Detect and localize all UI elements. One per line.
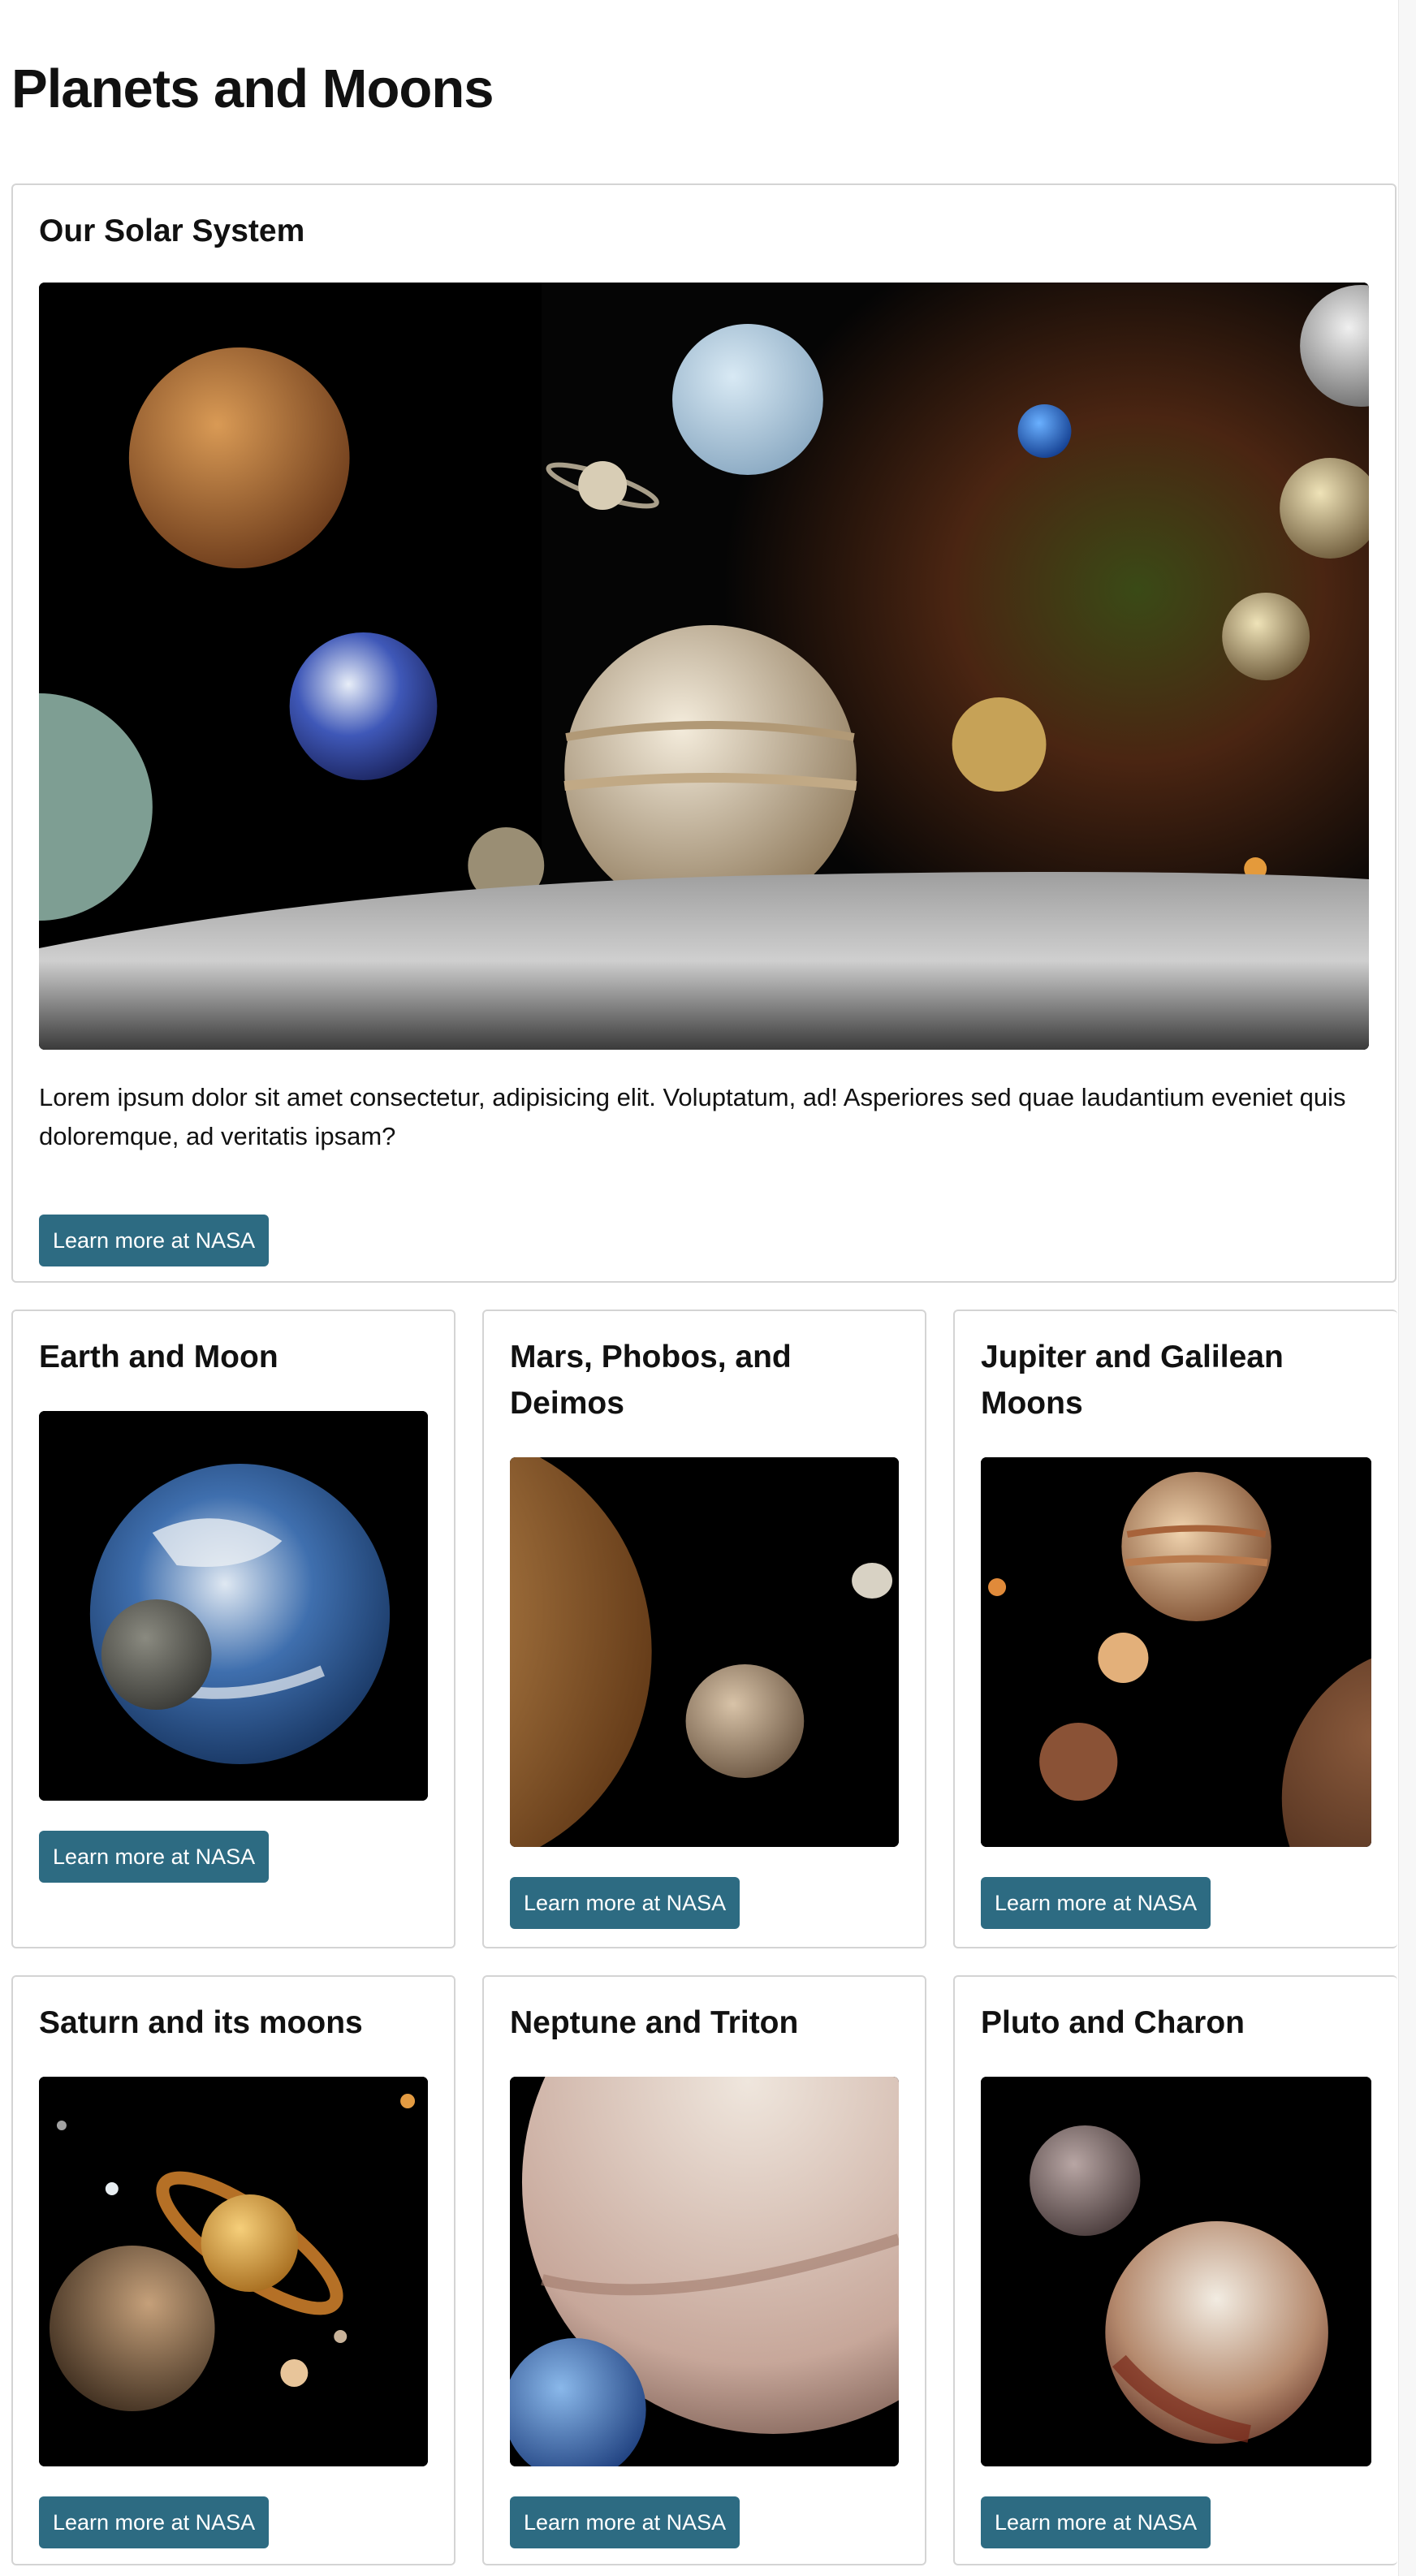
card-title: Earth and Moon: [39, 1340, 278, 1374]
card-mars-phobos-deimos: Mars, Phobos, and Deimos Learn more at N…: [482, 1310, 926, 1948]
jupiter-galilean-image: [981, 1457, 1371, 1847]
mars-phobos-deimos-image: [510, 1457, 899, 1847]
earth-moon-image: [39, 1411, 428, 1801]
learn-more-button[interactable]: Learn more at NASA: [981, 2496, 1211, 2548]
card-title: Our Solar System: [39, 214, 305, 248]
card-title: Jupiter and Galilean Moons: [981, 1340, 1284, 1421]
page-scrollbar[interactable]: [1398, 0, 1416, 2576]
learn-more-button[interactable]: Learn more at NASA: [39, 1831, 270, 1883]
card-earth-moon: Earth and Moon Learn more at NASA: [11, 1310, 455, 1948]
card-title: Saturn and its moons: [39, 2005, 363, 2040]
card-title: Neptune and Triton: [510, 2005, 799, 2040]
solar-system-image: [39, 283, 1369, 1050]
learn-more-button[interactable]: Learn more at NASA: [39, 2496, 270, 2548]
featured-card-solar-system: Our Solar System Lorem ipsum dolor sit a…: [11, 183, 1397, 1283]
card-saturn-moons: Saturn and its moons Learn more at NASA: [11, 1975, 455, 2565]
pluto-charon-image: [981, 2077, 1371, 2466]
saturn-moons-image: [39, 2077, 428, 2466]
learn-more-button[interactable]: Learn more at NASA: [510, 1877, 740, 1929]
card-jupiter-galilean: Jupiter and Galilean Moons Learn more at…: [953, 1310, 1397, 1948]
featured-description: Lorem ipsum dolor sit amet consectetur, …: [39, 1083, 1346, 1150]
card-title: Pluto and Charon: [981, 2005, 1245, 2040]
learn-more-button[interactable]: Learn more at NASA: [981, 1877, 1211, 1929]
learn-more-button[interactable]: Learn more at NASA: [39, 1215, 270, 1266]
learn-more-button[interactable]: Learn more at NASA: [510, 2496, 740, 2548]
card-neptune-triton: Neptune and Triton Learn more at NASA: [482, 1975, 926, 2565]
card-title: Mars, Phobos, and Deimos: [510, 1340, 792, 1421]
card-pluto-charon: Pluto and Charon Learn more at NASA: [953, 1975, 1397, 2565]
page-title: Planets and Moons: [11, 58, 494, 119]
neptune-triton-image: [510, 2077, 899, 2466]
